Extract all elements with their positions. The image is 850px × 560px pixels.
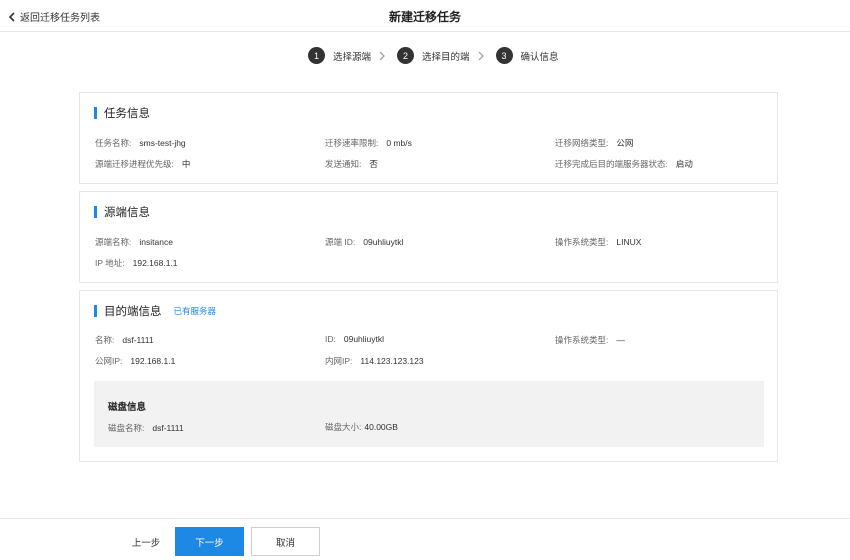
dest-info-card: 目的端信息 已有服务器 名称: dsf-1111 ID: 09uhliuytkl 操… [79, 290, 778, 462]
dest-info-title: 目的端信息 [104, 306, 162, 318]
network-type-label: 迁移网络类型: [555, 138, 609, 148]
dest-state-field: 迁移完成后目的端服务器状态: 启动 [555, 158, 693, 170]
disk-size-field: 磁盘大小: 40.00GB [325, 421, 398, 433]
network-type-field: 迁移网络类型: 公网 [555, 137, 633, 149]
dest-os-value: — [616, 335, 625, 345]
source-id-value: 09uhliuytkl [363, 237, 404, 247]
section-accent-bar [94, 107, 97, 119]
source-ip-field: IP 地址: 192.168.1.1 [95, 257, 178, 269]
rate-limit-value: 0 mb/s [386, 138, 412, 148]
task-info-title: 任务信息 [104, 108, 150, 120]
source-ip-value: 192.168.1.1 [132, 258, 178, 268]
source-info-header: 源端信息 [94, 204, 150, 220]
task-info-card: 任务信息 任务名称: sms-test-jhg 迁移速率限制: 0 mb/s 迁移网… [79, 92, 778, 184]
next-step-button[interactable]: 下一步 [175, 527, 244, 556]
priority-label: 源端迁移进程优先级: [95, 159, 174, 169]
task-name-value: sms-test-jhg [139, 138, 186, 148]
chevron-right-icon [478, 51, 484, 60]
dest-info-header: 目的端信息 已有服务器 [94, 303, 216, 319]
step-3: 3 确认信息 [495, 47, 559, 64]
source-os-label: 操作系统类型: [555, 237, 609, 247]
dest-id-field: ID: 09uhliuytkl [325, 334, 384, 344]
dest-private-ip-label: 内网IP: [325, 356, 353, 366]
source-ip-label: IP 地址: [95, 258, 125, 268]
step-2-number: 2 [397, 47, 415, 64]
task-name-label: 任务名称: [95, 138, 132, 148]
dest-public-ip-label: 公网IP: [95, 356, 123, 366]
priority-value: 中 [181, 159, 191, 169]
step-1-number: 1 [308, 47, 325, 64]
dest-id-value: 09uhliuytkl [343, 334, 385, 344]
step-3-label: 确认信息 [520, 51, 559, 63]
source-os-value: LINUX [616, 237, 642, 247]
dest-name-field: 名称: dsf-1111 [95, 334, 154, 346]
disk-info-title: 磁盘信息 [108, 402, 147, 413]
footer-bar: 上一步 下一步 取消 [0, 518, 850, 560]
source-os-field: 操作系统类型: LINUX [555, 236, 641, 248]
disk-size-label: 磁盘大小: [325, 422, 362, 432]
disk-size-value: 40.00GB [364, 422, 398, 432]
dest-id-label: ID: [325, 334, 336, 344]
network-type-value: 公网 [616, 138, 634, 148]
notify-field: 发送通知: 否 [325, 158, 378, 170]
cancel-button[interactable]: 取消 [251, 527, 320, 556]
dest-private-ip-value: 114.123.123.123 [360, 356, 424, 366]
priority-field: 源端迁移进程优先级: 中 [95, 158, 190, 170]
step-2: 2 选择目的端 [397, 47, 470, 64]
dest-os-field: 操作系统类型: — [555, 334, 625, 346]
section-accent-bar [94, 305, 97, 317]
dest-os-label: 操作系统类型: [555, 335, 609, 345]
source-name-value: insitance [139, 237, 173, 247]
prev-step-button[interactable]: 上一步 [120, 527, 172, 556]
existing-server-tag[interactable]: 已有服务器 [174, 305, 217, 317]
disk-name-value: dsf-1111 [152, 423, 184, 433]
source-name-field: 源端名称: insitance [95, 236, 173, 248]
top-bar: 返回迁移任务列表 新建迁移任务 [0, 0, 850, 32]
chevron-right-icon [379, 51, 385, 60]
dest-public-ip-field: 公网IP: 192.168.1.1 [95, 355, 175, 367]
step-3-number: 3 [495, 47, 513, 64]
dest-name-value: dsf-1111 [122, 335, 154, 345]
source-name-label: 源端名称: [95, 237, 132, 247]
source-info-card: 源端信息 源端名称: insitance 源端 ID: 09uhliuytkl 操作… [79, 191, 778, 283]
disk-name-field: 磁盘名称: dsf-1111 [108, 422, 184, 434]
page-title: 新建迁移任务 [388, 10, 461, 24]
step-2-label: 选择目的端 [422, 51, 470, 63]
task-name-field: 任务名称: sms-test-jhg [95, 137, 186, 149]
source-id-label: 源端 ID: [325, 237, 356, 247]
rate-limit-field: 迁移速率限制: 0 mb/s [325, 137, 412, 149]
disk-info-panel: 磁盘信息 磁盘名称: dsf-1111 磁盘大小: 40.00GB [94, 381, 764, 447]
source-info-title: 源端信息 [104, 207, 150, 219]
disk-name-label: 磁盘名称: [108, 423, 145, 433]
dest-name-label: 名称: [95, 335, 115, 345]
dest-state-value: 启动 [675, 159, 693, 169]
task-info-header: 任务信息 [94, 105, 150, 121]
rate-limit-label: 迁移速率限制: [325, 138, 379, 148]
source-id-field: 源端 ID: 09uhliuytkl [325, 236, 403, 248]
dest-public-ip-value: 192.168.1.1 [130, 356, 176, 366]
step-1: 1 选择源端 [308, 47, 371, 64]
notify-value: 否 [369, 159, 378, 169]
dest-state-label: 迁移完成后目的端服务器状态: [555, 159, 668, 169]
step-indicator: 1 选择源端 2 选择目的端 3 确认信息 [308, 47, 559, 64]
notify-label: 发送通知: [325, 159, 362, 169]
step-1-label: 选择源端 [333, 51, 372, 63]
section-accent-bar [94, 206, 97, 218]
dest-private-ip-field: 内网IP: 114.123.123.123 [325, 355, 424, 367]
